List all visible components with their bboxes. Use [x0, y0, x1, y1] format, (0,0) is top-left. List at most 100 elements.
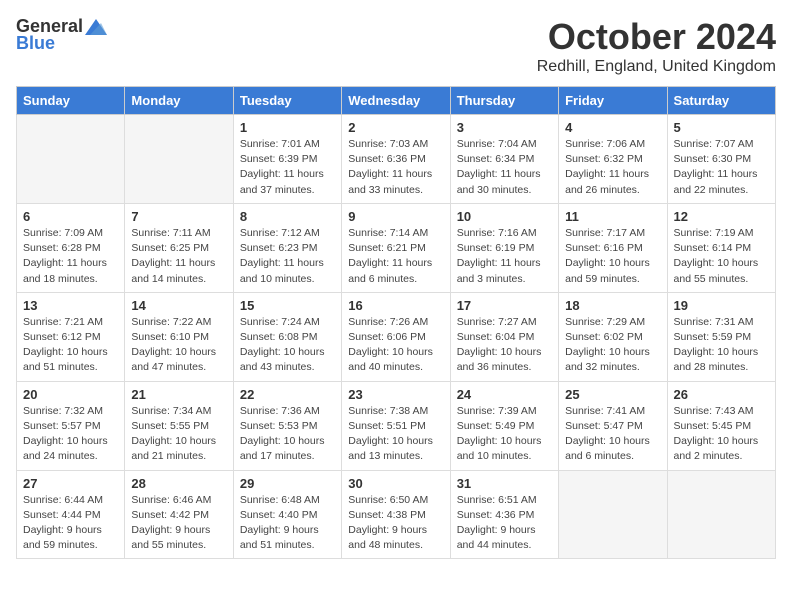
cell-w3-d6: 18 Sunrise: 7:29 AMSunset: 6:02 PMDayligh… [559, 292, 667, 381]
col-sunday: Sunday [17, 87, 125, 115]
day-info: Sunrise: 6:48 AMSunset: 4:40 PMDaylight:… [240, 493, 335, 554]
week-row-4: 20 Sunrise: 7:32 AMSunset: 5:57 PMDayligh… [17, 381, 776, 470]
day-number: 11 [565, 209, 660, 224]
day-info: Sunrise: 7:32 AMSunset: 5:57 PMDaylight:… [23, 404, 118, 465]
day-info: Sunrise: 7:07 AMSunset: 6:30 PMDaylight:… [674, 137, 769, 198]
day-number: 1 [240, 120, 335, 135]
day-number: 18 [565, 298, 660, 313]
day-info: Sunrise: 7:16 AMSunset: 6:19 PMDaylight:… [457, 226, 552, 287]
day-number: 20 [23, 387, 118, 402]
day-info: Sunrise: 7:03 AMSunset: 6:36 PMDaylight:… [348, 137, 443, 198]
day-info: Sunrise: 7:29 AMSunset: 6:02 PMDaylight:… [565, 315, 660, 376]
cell-w4-d1: 20 Sunrise: 7:32 AMSunset: 5:57 PMDayligh… [17, 381, 125, 470]
day-info: Sunrise: 7:34 AMSunset: 5:55 PMDaylight:… [131, 404, 226, 465]
cell-w3-d3: 15 Sunrise: 7:24 AMSunset: 6:08 PMDayligh… [233, 292, 341, 381]
day-number: 12 [674, 209, 769, 224]
header-row: Sunday Monday Tuesday Wednesday Thursday… [17, 87, 776, 115]
day-number: 25 [565, 387, 660, 402]
cell-w2-d5: 10 Sunrise: 7:16 AMSunset: 6:19 PMDayligh… [450, 203, 558, 292]
day-number: 28 [131, 476, 226, 491]
week-row-5: 27Sunrise: 6:44 AMSunset: 4:44 PMDayligh… [17, 470, 776, 559]
cell-w1-d4: 2 Sunrise: 7:03 AMSunset: 6:36 PMDaylight… [342, 115, 450, 204]
cell-w3-d7: 19Sunrise: 7:31 AMSunset: 5:59 PMDayligh… [667, 292, 775, 381]
cell-w4-d7: 26 Sunrise: 7:43 AMSunset: 5:45 PMDayligh… [667, 381, 775, 470]
cell-w4-d2: 21 Sunrise: 7:34 AMSunset: 5:55 PMDayligh… [125, 381, 233, 470]
cell-w1-d6: 4 Sunrise: 7:06 AMSunset: 6:32 PMDaylight… [559, 115, 667, 204]
day-number: 27 [23, 476, 118, 491]
col-friday: Friday [559, 87, 667, 115]
cell-w1-d1 [17, 115, 125, 204]
day-number: 19 [674, 298, 769, 313]
day-number: 15 [240, 298, 335, 313]
day-number: 3 [457, 120, 552, 135]
logo-icon [85, 19, 107, 35]
day-info: Sunrise: 7:41 AMSunset: 5:47 PMDaylight:… [565, 404, 660, 465]
week-row-1: 1Sunrise: 7:01 AMSunset: 6:39 PMDaylight… [17, 115, 776, 204]
month-title: October 2024 [537, 16, 776, 58]
cell-w2-d7: 12 Sunrise: 7:19 AMSunset: 6:14 PMDayligh… [667, 203, 775, 292]
day-info: Sunrise: 7:24 AMSunset: 6:08 PMDaylight:… [240, 315, 335, 376]
location-title: Redhill, England, United Kingdom [537, 58, 776, 76]
cell-w5-d1: 27Sunrise: 6:44 AMSunset: 4:44 PMDayligh… [17, 470, 125, 559]
day-number: 8 [240, 209, 335, 224]
cell-w3-d4: 16Sunrise: 7:26 AMSunset: 6:06 PMDayligh… [342, 292, 450, 381]
day-number: 6 [23, 209, 118, 224]
cell-w5-d3: 29 Sunrise: 6:48 AMSunset: 4:40 PMDayligh… [233, 470, 341, 559]
day-number: 13 [23, 298, 118, 313]
day-info: Sunrise: 7:38 AMSunset: 5:51 PMDaylight:… [348, 404, 443, 465]
day-number: 4 [565, 120, 660, 135]
calendar-table: Sunday Monday Tuesday Wednesday Thursday… [16, 86, 776, 559]
day-info: Sunrise: 7:19 AMSunset: 6:14 PMDaylight:… [674, 226, 769, 287]
cell-w3-d2: 14Sunrise: 7:22 AMSunset: 6:10 PMDayligh… [125, 292, 233, 381]
day-number: 17 [457, 298, 552, 313]
week-row-2: 6 Sunrise: 7:09 AMSunset: 6:28 PMDaylight… [17, 203, 776, 292]
day-info: Sunrise: 7:39 AMSunset: 5:49 PMDaylight:… [457, 404, 552, 465]
cell-w1-d3: 1Sunrise: 7:01 AMSunset: 6:39 PMDaylight… [233, 115, 341, 204]
cell-w5-d4: 30 Sunrise: 6:50 AMSunset: 4:38 PMDayligh… [342, 470, 450, 559]
day-number: 10 [457, 209, 552, 224]
day-info: Sunrise: 6:50 AMSunset: 4:38 PMDaylight:… [348, 493, 443, 554]
day-info: Sunrise: 6:46 AMSunset: 4:42 PMDaylight:… [131, 493, 226, 554]
logo-blue: Blue [16, 33, 55, 54]
day-info: Sunrise: 7:11 AMSunset: 6:25 PMDaylight:… [131, 226, 226, 287]
day-number: 21 [131, 387, 226, 402]
cell-w2-d6: 11Sunrise: 7:17 AMSunset: 6:16 PMDayligh… [559, 203, 667, 292]
day-info: Sunrise: 7:43 AMSunset: 5:45 PMDaylight:… [674, 404, 769, 465]
cell-w3-d5: 17 Sunrise: 7:27 AMSunset: 6:04 PMDayligh… [450, 292, 558, 381]
day-number: 31 [457, 476, 552, 491]
day-number: 14 [131, 298, 226, 313]
cell-w5-d2: 28 Sunrise: 6:46 AMSunset: 4:42 PMDayligh… [125, 470, 233, 559]
cell-w4-d6: 25 Sunrise: 7:41 AMSunset: 5:47 PMDayligh… [559, 381, 667, 470]
cell-w4-d3: 22Sunrise: 7:36 AMSunset: 5:53 PMDayligh… [233, 381, 341, 470]
week-row-3: 13Sunrise: 7:21 AMSunset: 6:12 PMDayligh… [17, 292, 776, 381]
cell-w5-d6 [559, 470, 667, 559]
day-info: Sunrise: 7:06 AMSunset: 6:32 PMDaylight:… [565, 137, 660, 198]
cell-w2-d1: 6 Sunrise: 7:09 AMSunset: 6:28 PMDaylight… [17, 203, 125, 292]
day-info: Sunrise: 7:27 AMSunset: 6:04 PMDaylight:… [457, 315, 552, 376]
day-number: 5 [674, 120, 769, 135]
day-info: Sunrise: 7:14 AMSunset: 6:21 PMDaylight:… [348, 226, 443, 287]
day-info: Sunrise: 7:26 AMSunset: 6:06 PMDaylight:… [348, 315, 443, 376]
col-wednesday: Wednesday [342, 87, 450, 115]
cell-w1-d5: 3Sunrise: 7:04 AMSunset: 6:34 PMDaylight… [450, 115, 558, 204]
col-tuesday: Tuesday [233, 87, 341, 115]
cell-w4-d5: 24Sunrise: 7:39 AMSunset: 5:49 PMDayligh… [450, 381, 558, 470]
day-number: 22 [240, 387, 335, 402]
day-info: Sunrise: 7:09 AMSunset: 6:28 PMDaylight:… [23, 226, 118, 287]
day-info: Sunrise: 7:12 AMSunset: 6:23 PMDaylight:… [240, 226, 335, 287]
day-number: 2 [348, 120, 443, 135]
header: General Blue October 2024 Redhill, Engla… [16, 16, 776, 76]
cell-w5-d7 [667, 470, 775, 559]
day-number: 30 [348, 476, 443, 491]
day-number: 26 [674, 387, 769, 402]
day-number: 23 [348, 387, 443, 402]
cell-w2-d2: 7 Sunrise: 7:11 AMSunset: 6:25 PMDaylight… [125, 203, 233, 292]
cell-w1-d7: 5 Sunrise: 7:07 AMSunset: 6:30 PMDaylight… [667, 115, 775, 204]
day-number: 29 [240, 476, 335, 491]
day-number: 9 [348, 209, 443, 224]
title-area: October 2024 Redhill, England, United Ki… [537, 16, 776, 76]
col-saturday: Saturday [667, 87, 775, 115]
cell-w5-d5: 31Sunrise: 6:51 AMSunset: 4:36 PMDayligh… [450, 470, 558, 559]
day-number: 7 [131, 209, 226, 224]
cell-w2-d3: 8 Sunrise: 7:12 AMSunset: 6:23 PMDaylight… [233, 203, 341, 292]
